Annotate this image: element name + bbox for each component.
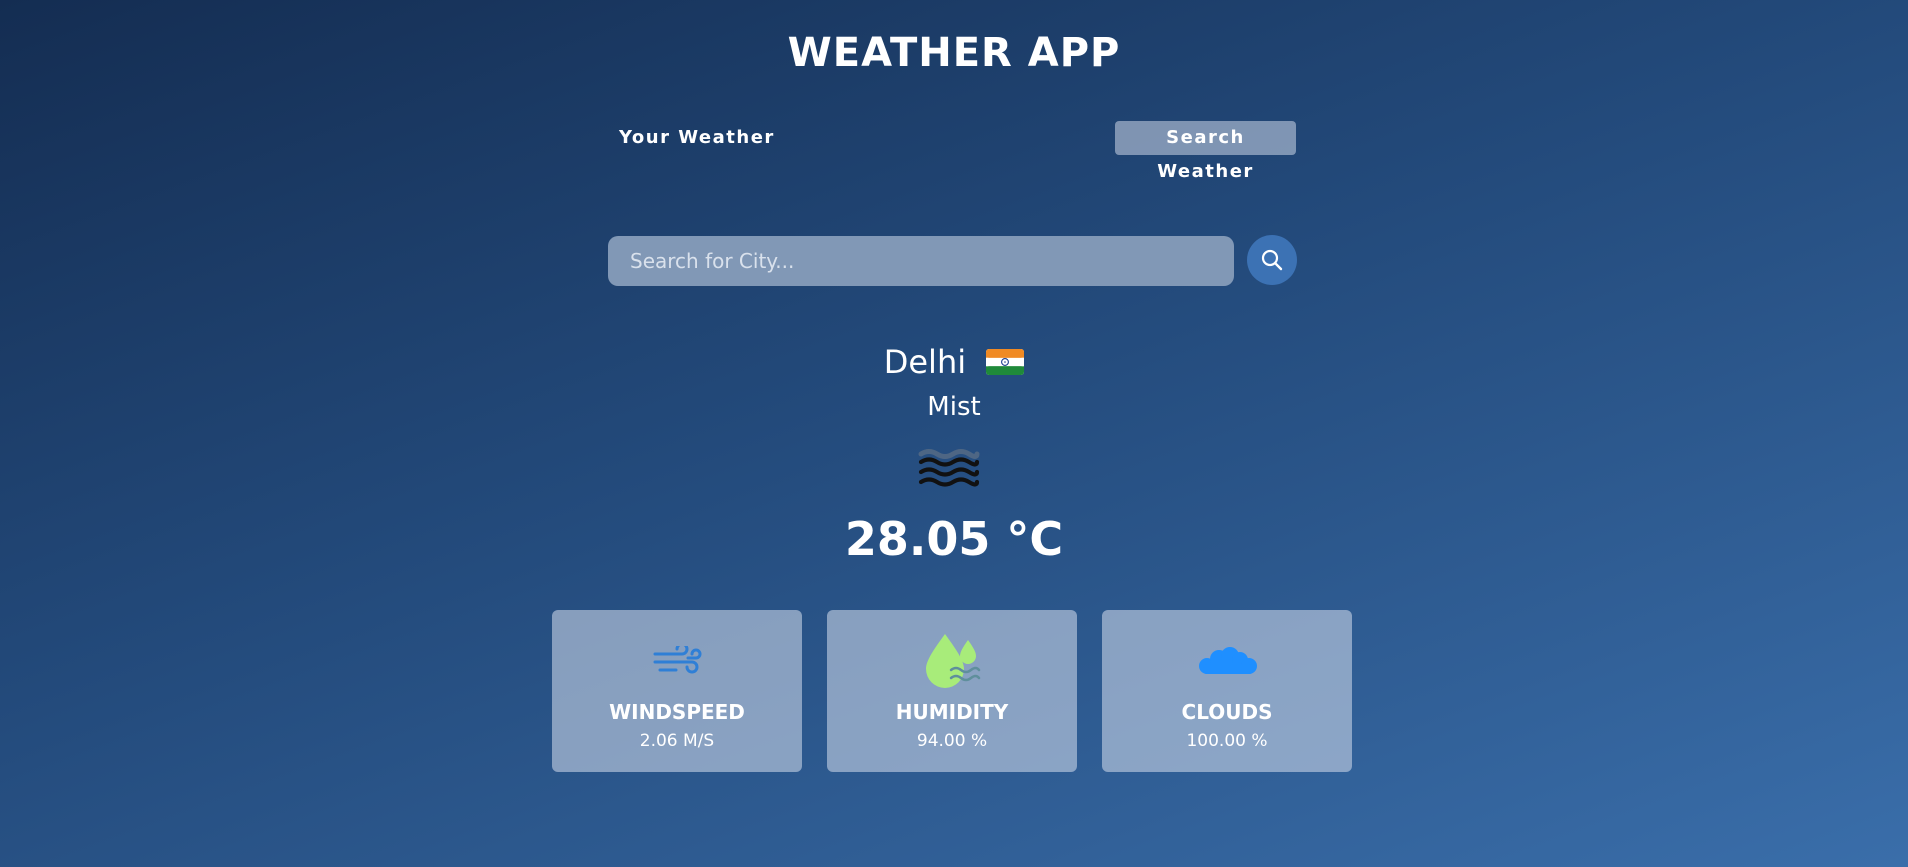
search-input[interactable]: [608, 236, 1234, 286]
app-title: WEATHER APP: [787, 30, 1121, 76]
search-button[interactable]: [1247, 235, 1297, 285]
clouds-card: CLOUDS 100.00 %: [1102, 610, 1352, 772]
india-flag-icon: [986, 349, 1025, 375]
mist-icon: [918, 449, 980, 487]
humidity-card: HUMIDITY 94.00 %: [827, 610, 1077, 772]
cloud-icon: [1199, 647, 1257, 674]
search-icon: [1261, 249, 1283, 271]
clouds-title: CLOUDS: [1181, 700, 1273, 724]
tab-your-weather[interactable]: Your Weather: [619, 121, 775, 155]
windspeed-value: 2.06 M/S: [639, 731, 715, 751]
humidity-value: 94.00 %: [916, 731, 988, 751]
windspeed-title: WINDSPEED: [609, 700, 745, 724]
humidity-title: HUMIDITY: [895, 700, 1009, 724]
clouds-value: 100.00 %: [1186, 731, 1268, 751]
windspeed-card: WINDSPEED 2.06 M/S: [552, 610, 802, 772]
city-row: Delhi: [0, 343, 1908, 381]
tab-search-weather[interactable]: Search Weather: [1115, 121, 1296, 182]
city-name: Delhi: [883, 343, 967, 381]
temperature: 28.05 °C: [844, 512, 1064, 566]
weather-condition: Mist: [927, 392, 981, 422]
wind-icon: [653, 646, 702, 674]
humidity-icon: [926, 634, 981, 688]
